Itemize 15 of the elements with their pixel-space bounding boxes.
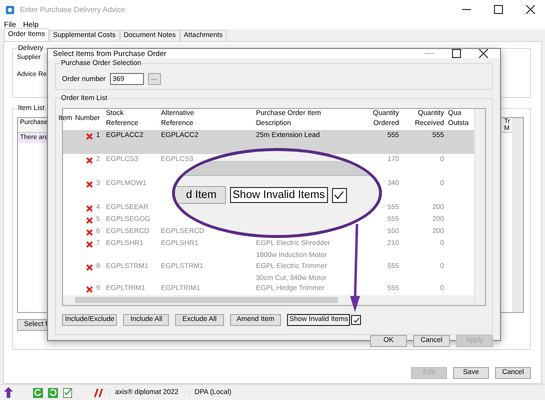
show-invalid-checkbox[interactable] (351, 315, 362, 325)
close-icon[interactable] (526, 5, 535, 14)
maximize-icon[interactable] (452, 49, 461, 58)
refresh-icon[interactable] (48, 388, 58, 398)
maximize-icon[interactable] (494, 5, 503, 14)
magnified-label: Show Invalid Items (230, 187, 328, 203)
checklist-icon[interactable] (63, 388, 73, 398)
up-arrow-icon[interactable] (4, 387, 13, 398)
refresh-icon[interactable] (33, 388, 43, 398)
vertical-scrollbar[interactable] (512, 118, 523, 312)
logo-icon (93, 388, 104, 398)
close-icon[interactable] (479, 49, 488, 58)
vertical-scrollbar[interactable] (474, 109, 485, 305)
app-icon (5, 4, 15, 15)
horizontal-scrollbar[interactable] (63, 295, 474, 305)
